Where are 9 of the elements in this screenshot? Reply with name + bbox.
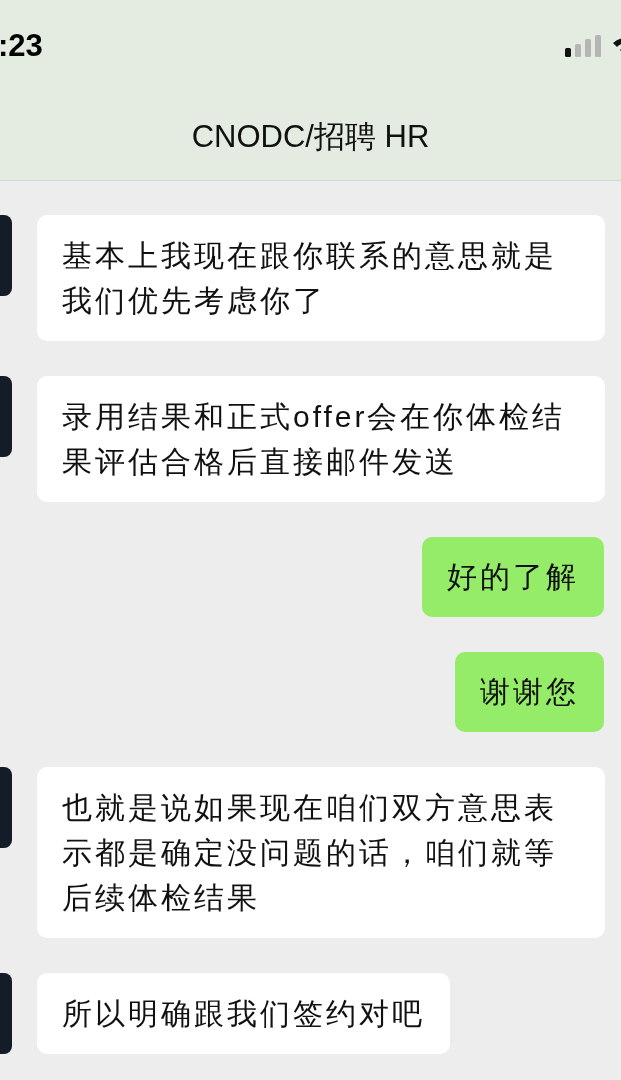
sent-message: 好的了解 — [422, 537, 604, 617]
sent-message: 谢谢您 — [455, 652, 604, 732]
received-message: 基本上我现在跟你联系的意思就是我们优先考虑你了 — [37, 215, 605, 341]
chat-title: CNODC/招聘 HR — [191, 118, 430, 156]
status-time: :23 — [0, 26, 43, 65]
signal-icon — [565, 35, 601, 57]
received-message: 也就是说如果现在咱们双方意思表示都是确定没问题的话，咱们就等后续体检结果 — [37, 767, 605, 938]
received-message: 录用结果和正式offer会在你体检结果评估合格后直接邮件发送 — [37, 376, 605, 502]
received-message: 所以明确跟我们签约对吧 — [37, 973, 450, 1054]
